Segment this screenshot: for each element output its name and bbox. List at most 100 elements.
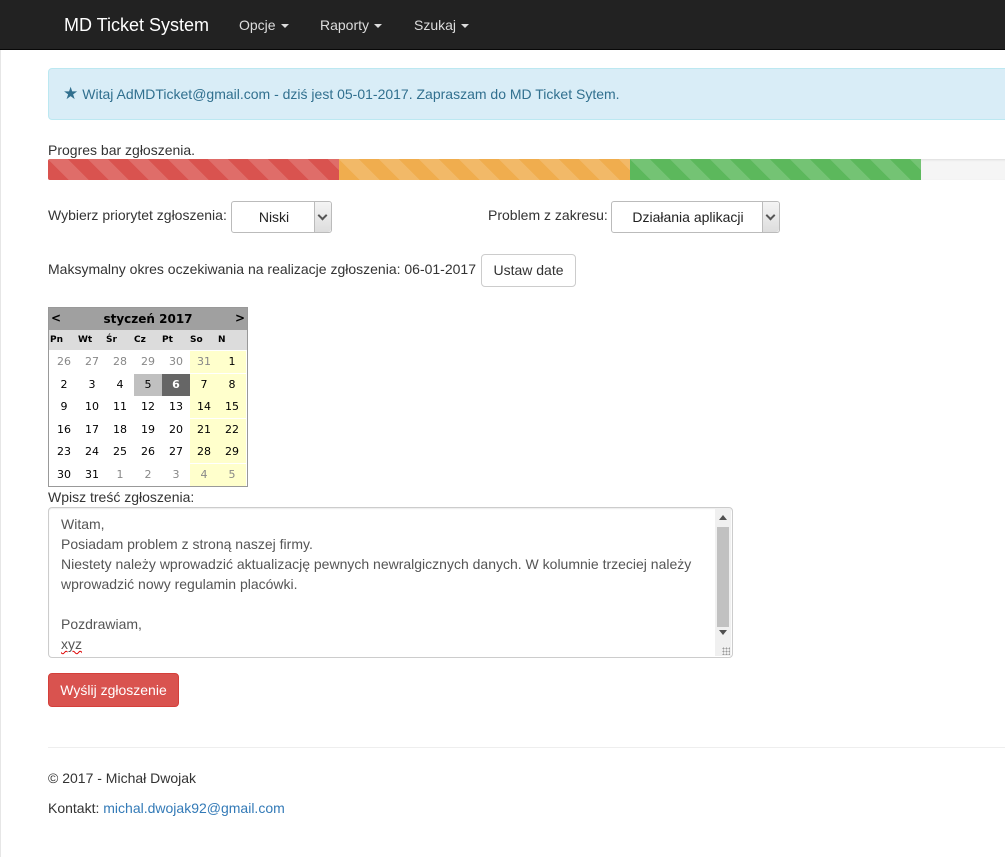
chevron-down-icon bbox=[317, 210, 328, 221]
textarea-line: wprowadzić nowy regulamin placówki. bbox=[61, 576, 298, 592]
navbar: MD Ticket System Opcje Raporty Szukaj bbox=[0, 0, 1005, 50]
calendar-day[interactable]: 21 bbox=[190, 418, 218, 441]
nav-menu-raporty[interactable]: Raporty bbox=[320, 0, 383, 50]
star-icon: ★ bbox=[63, 84, 79, 103]
calendar-weekday-label: So bbox=[190, 335, 203, 345]
calendar-day[interactable]: 16 bbox=[50, 419, 78, 441]
calendar-next-month-button[interactable]: > bbox=[235, 311, 245, 325]
calendar-day[interactable]: 20 bbox=[162, 419, 190, 441]
calendar-day[interactable]: 30 bbox=[162, 351, 190, 373]
calendar-day[interactable]: 17 bbox=[78, 419, 106, 441]
calendar-day[interactable]: 11 bbox=[106, 396, 134, 418]
calendar-day[interactable]: 15 bbox=[218, 396, 246, 418]
caret-down-icon bbox=[461, 24, 470, 29]
brand-title[interactable]: MD Ticket System bbox=[64, 0, 209, 50]
calendar-day[interactable]: 1 bbox=[106, 464, 134, 486]
calendar-month-title: styczeń 2017 bbox=[103, 312, 193, 326]
caret-down-icon bbox=[280, 24, 289, 29]
calendar-weekday-row: Pn Wt Śr Cz Pt So N bbox=[49, 330, 247, 350]
calendar-day[interactable]: 4 bbox=[190, 463, 218, 486]
calendar-day[interactable]: 10 bbox=[78, 396, 106, 418]
calendar-day[interactable]: 23 bbox=[50, 441, 78, 463]
priority-select-value: Niski bbox=[258, 209, 290, 225]
calendar-day[interactable]: 24 bbox=[78, 441, 106, 463]
calendar-day[interactable]: 4 bbox=[106, 374, 134, 396]
calendar-day[interactable]: 27 bbox=[162, 441, 190, 463]
calendar-weekday-label: Wt bbox=[78, 335, 93, 345]
calendar-day[interactable]: 6 bbox=[162, 373, 190, 396]
calendar-header: styczeń 2017 < > bbox=[49, 308, 247, 330]
scroll-down-icon[interactable] bbox=[719, 630, 727, 635]
calendar-day[interactable]: 12 bbox=[134, 396, 162, 418]
calendar-day[interactable]: 29 bbox=[134, 351, 162, 373]
message-textarea[interactable]: Witam, Posiadam problem z stroną naszej f… bbox=[48, 507, 733, 658]
calendar-day[interactable]: 22 bbox=[218, 418, 246, 441]
calendar-day[interactable]: 31 bbox=[190, 351, 218, 373]
calendar-day[interactable]: 7 bbox=[190, 373, 218, 396]
scope-label: Problem z zakresu: bbox=[488, 207, 608, 223]
priority-select-arrow[interactable] bbox=[314, 202, 331, 232]
calendar-weekday-label: Cz bbox=[134, 335, 146, 345]
priority-select[interactable]: Niski bbox=[231, 201, 332, 233]
priority-label: Wybierz priorytet zgłoszenia: bbox=[48, 207, 227, 223]
calendar-day[interactable]: 27 bbox=[78, 351, 106, 373]
calendar-day[interactable]: 5 bbox=[134, 373, 162, 396]
calendar-day[interactable]: 9 bbox=[50, 396, 78, 418]
calendar-day[interactable]: 8 bbox=[218, 373, 246, 396]
progress-bar bbox=[48, 159, 1005, 180]
calendar-weekday-label: Pn bbox=[50, 335, 64, 345]
set-date-button[interactable]: Ustaw date bbox=[481, 254, 576, 287]
nav-menu-opcje[interactable]: Opcje bbox=[239, 0, 289, 50]
welcome-text: Witaj AdMDTicket@gmail.com - dziś jest 0… bbox=[82, 86, 620, 102]
calendar-day[interactable]: 1 bbox=[218, 351, 246, 373]
textarea-line: xyz bbox=[61, 636, 82, 652]
calendar-day[interactable]: 5 bbox=[218, 463, 246, 486]
footer-contact: Kontakt: michal.dwojak92@gmail.com bbox=[48, 800, 285, 816]
calendar-day[interactable]: 3 bbox=[78, 374, 106, 396]
calendar-day[interactable]: 31 bbox=[78, 464, 106, 486]
resize-grip-icon[interactable] bbox=[722, 647, 730, 655]
calendar-day[interactable]: 28 bbox=[106, 351, 134, 373]
calendar-day[interactable]: 30 bbox=[50, 464, 78, 486]
progress-segment bbox=[630, 159, 921, 180]
progress-segment bbox=[339, 159, 630, 180]
calendar-day[interactable]: 3 bbox=[162, 464, 190, 486]
nav-menu-label: Raporty bbox=[320, 17, 370, 33]
footer-copyright: © 2017 - Michał Dwojak bbox=[48, 770, 197, 786]
progress-label: Progres bar zgłoszenia. bbox=[48, 142, 196, 158]
calendar-day[interactable]: 2 bbox=[50, 374, 78, 396]
calendar-weekday-label: Pt bbox=[162, 335, 173, 345]
calendar-day[interactable]: 29 bbox=[218, 441, 246, 463]
textarea-line: Pozdrawiam, bbox=[61, 616, 142, 632]
scroll-up-icon[interactable] bbox=[719, 515, 727, 520]
calendar-day[interactable]: 13 bbox=[162, 396, 190, 418]
calendar-day[interactable]: 26 bbox=[134, 441, 162, 463]
footer-contact-email-link[interactable]: michal.dwojak92@gmail.com bbox=[103, 800, 285, 816]
calendar-day[interactable]: 28 bbox=[190, 441, 218, 463]
message-label: Wpisz treść zgłoszenia: bbox=[48, 489, 195, 505]
date-picker-calendar: styczeń 2017 < > Pn Wt Śr Cz Pt So N 26 27 28 29 3… bbox=[48, 307, 248, 487]
footer-contact-label: Kontakt: bbox=[48, 800, 100, 816]
calendar-weekday-label: N bbox=[218, 335, 226, 345]
textarea-line: Niestety należy wprowadzić aktualizację … bbox=[61, 556, 692, 572]
textarea-line: Witam, bbox=[61, 516, 105, 532]
welcome-alert: ★ Witaj AdMDTicket@gmail.com - dziś jest … bbox=[48, 68, 1005, 120]
nav-menu-szukaj[interactable]: Szukaj bbox=[414, 0, 470, 50]
deadline-label: Maksymalny okres oczekiwania na realizac… bbox=[48, 261, 476, 277]
calendar-day[interactable]: 25 bbox=[106, 441, 134, 463]
textarea-scrollbar[interactable] bbox=[715, 509, 731, 656]
calendar-day[interactable]: 2 bbox=[134, 464, 162, 486]
calendar-day[interactable]: 14 bbox=[190, 396, 218, 418]
scope-select-arrow[interactable] bbox=[762, 202, 779, 232]
nav-menu-label: Szukaj bbox=[414, 17, 457, 33]
scope-select[interactable]: Działania aplikacji bbox=[611, 201, 780, 233]
nav-menu-label: Opcje bbox=[239, 17, 276, 33]
textarea-line: Posiadam problem z stroną naszej firmy. bbox=[61, 536, 313, 552]
calendar-day[interactable]: 18 bbox=[106, 419, 134, 441]
message-textarea-content: Witam, Posiadam problem z stroną naszej f… bbox=[61, 514, 711, 654]
submit-ticket-button[interactable]: Wyślij zgłoszenie bbox=[48, 673, 179, 707]
calendar-prev-month-button[interactable]: < bbox=[51, 311, 61, 325]
scroll-thumb[interactable] bbox=[717, 527, 729, 627]
calendar-day[interactable]: 19 bbox=[134, 419, 162, 441]
calendar-day[interactable]: 26 bbox=[50, 351, 78, 373]
